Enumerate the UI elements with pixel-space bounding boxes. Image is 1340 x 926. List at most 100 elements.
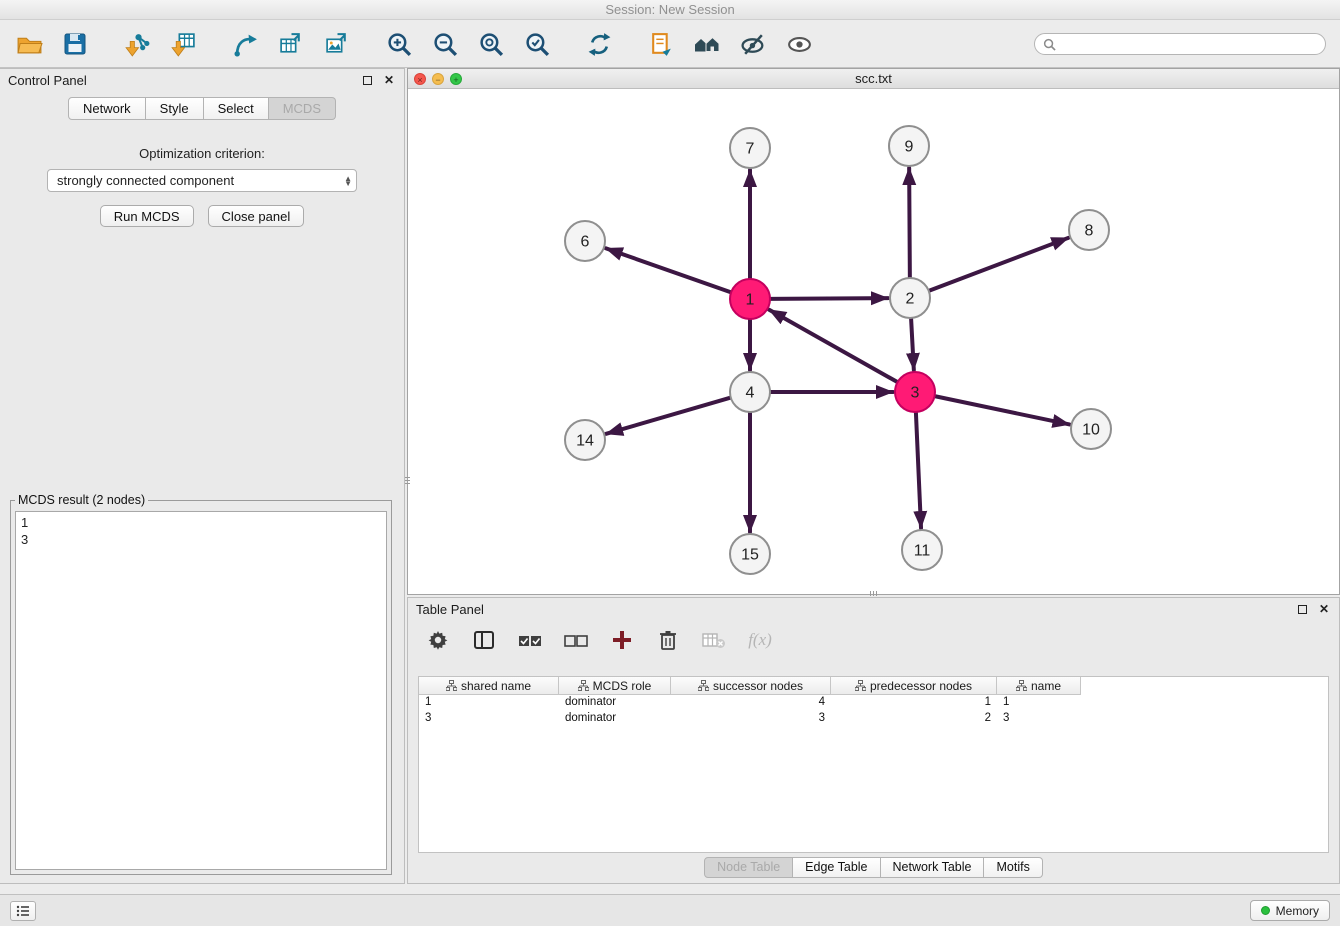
table-cell[interactable]: 3 [419,711,559,727]
tab-motifs[interactable]: Motifs [984,857,1042,878]
mcds-result-line: 1 [21,514,381,531]
table-row[interactable]: 1dominator411 [419,695,1328,711]
graph-node-15[interactable]: 15 [730,534,770,574]
show-columns-icon[interactable] [472,628,496,652]
mcds-result-line: 3 [21,531,381,548]
graph-node-label: 9 [905,139,914,156]
table-cell[interactable]: dominator [559,711,671,727]
graph-edge-1-6[interactable] [606,248,731,292]
graph-edge-4-14[interactable] [606,398,731,434]
column-header-successor-nodes[interactable]: successor nodes [671,677,831,695]
graph-node-label: 8 [1085,223,1094,240]
export-image-icon[interactable] [322,29,352,59]
save-session-icon[interactable] [60,29,90,59]
tab-node-table[interactable]: Node Table [704,857,793,878]
mcds-result-list[interactable]: 13 [15,511,387,870]
close-table-panel-icon[interactable]: ✕ [1317,602,1331,616]
zoom-in-icon[interactable] [384,29,414,59]
splitter-grip-vertical[interactable] [405,467,410,493]
optimization-criterion-select[interactable]: strongly connected component ▲▼ [47,169,357,192]
tab-style[interactable]: Style [146,97,204,120]
table-row[interactable]: 3dominator323 [419,711,1328,727]
graph-edge-1-2[interactable] [770,298,888,299]
column-header-shared-name[interactable]: shared name [419,677,559,695]
search-input[interactable] [1062,36,1317,52]
select-all-rows-icon[interactable] [518,628,542,652]
control-panel-title: Control Panel [8,73,87,88]
graph-edge-3-1[interactable] [769,310,897,382]
table-cell[interactable]: 2 [831,711,997,727]
table-cell[interactable]: dominator [559,695,671,711]
run-mcds-button[interactable]: Run MCDS [100,205,194,227]
export-table-icon[interactable] [276,29,306,59]
column-header-MCDS-role[interactable]: MCDS role [559,677,671,695]
table-panel-header: Table Panel ✕ [408,598,1339,620]
import-table-icon[interactable] [168,29,198,59]
mcds-result-title: MCDS result (2 nodes) [15,493,148,507]
zoom-fit-icon[interactable] [476,29,506,59]
deselect-all-rows-icon[interactable] [564,628,588,652]
close-panel-button[interactable]: Close panel [208,205,305,227]
column-header-predecessor-nodes[interactable]: predecessor nodes [831,677,997,695]
table-cell[interactable]: 3 [997,711,1081,727]
table-cell[interactable]: 4 [671,695,831,711]
status-bar: Memory [0,894,1340,926]
splitter-grip-horizontal[interactable] [860,591,886,596]
zoom-selected-icon[interactable] [522,29,552,59]
float-table-panel-icon[interactable] [1295,602,1309,616]
tab-network-table[interactable]: Network Table [881,857,985,878]
table-header-row: shared nameMCDS rolesuccessor nodesprede… [419,677,1328,695]
graph-node-11[interactable]: 11 [902,530,942,570]
paint-annotations-icon[interactable] [738,29,768,59]
table-cell[interactable]: 1 [997,695,1081,711]
graph-node-4[interactable]: 4 [730,372,770,412]
network-from-database-icon[interactable] [230,29,260,59]
first-neighbors-icon[interactable] [692,29,722,59]
table-tabs: Node Table Edge Table Network Table Moti… [408,857,1339,878]
graph-node-8[interactable]: 8 [1069,210,1109,250]
search-box[interactable] [1034,33,1326,55]
graph-node-2[interactable]: 2 [890,278,930,318]
float-panel-icon[interactable] [360,73,374,87]
graph-node-6[interactable]: 6 [565,221,605,261]
zoom-out-icon[interactable] [430,29,460,59]
node-table[interactable]: shared nameMCDS rolesuccessor nodesprede… [418,676,1329,853]
graph-node-9[interactable]: 9 [889,126,929,166]
graph-node-7[interactable]: 7 [730,128,770,168]
import-network-icon[interactable] [122,29,152,59]
graph-edge-3-10[interactable] [935,396,1070,424]
tab-select[interactable]: Select [204,97,269,120]
graph-node-14[interactable]: 14 [565,420,605,460]
tab-edge-table[interactable]: Edge Table [793,857,880,878]
delete-columns-icon[interactable] [656,628,680,652]
refresh-view-icon[interactable] [584,29,614,59]
graph-edge-3-11[interactable] [916,412,921,528]
table-cell[interactable]: 1 [831,695,997,711]
graph-edge-2-3[interactable] [911,318,914,370]
graph-edge-2-9[interactable] [909,168,910,278]
table-panel: Table Panel ✕ f(x) shared nameMCDS [407,597,1340,884]
graph-node-3[interactable]: 3 [895,372,935,412]
close-panel-icon[interactable]: ✕ [382,73,396,87]
table-panel-title: Table Panel [416,602,484,617]
memory-button[interactable]: Memory [1250,900,1330,921]
open-file-icon[interactable] [14,29,44,59]
network-window-title: scc.txt [408,71,1339,86]
table-cell[interactable]: 1 [419,695,559,711]
add-column-icon[interactable] [610,628,634,652]
tab-network[interactable]: Network [68,97,146,120]
network-canvas[interactable]: 7 9 6 8 1 2 4 3 14 10 15 11 [408,90,1339,594]
column-header-name[interactable]: name [997,677,1081,695]
graph-node-1[interactable]: 1 [730,279,770,319]
selected-criterion: strongly connected component [57,173,344,188]
graph-node-label: 14 [576,433,594,450]
show-graphics-details-icon[interactable] [784,29,814,59]
table-cell[interactable]: 3 [671,711,831,727]
graph-edge-2-8[interactable] [929,238,1069,291]
copy-network-view-icon[interactable] [646,29,676,59]
table-settings-icon[interactable] [426,628,450,652]
graph-node-10[interactable]: 10 [1071,409,1111,449]
tab-mcds[interactable]: MCDS [269,97,336,120]
network-view-window: scc.txt × − + 7968124314101511 [407,68,1340,595]
task-history-icon[interactable] [10,901,36,921]
